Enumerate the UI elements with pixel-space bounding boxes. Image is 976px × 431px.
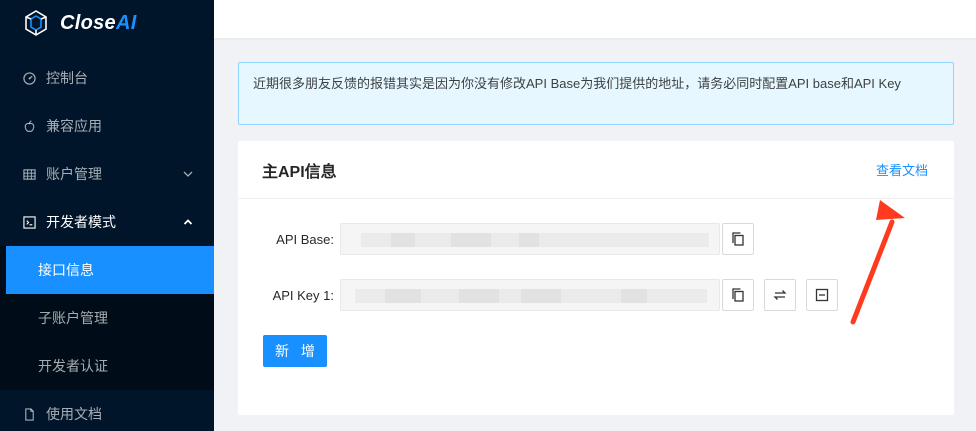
- sidebar-item-docs[interactable]: 使用文档: [0, 390, 214, 431]
- card-title: 主API信息: [262, 163, 337, 181]
- add-key-button[interactable]: 新 增: [263, 335, 327, 367]
- sidebar-item-api-info[interactable]: 接口信息: [6, 246, 214, 294]
- sidebar-item-label: 子账户管理: [38, 310, 108, 326]
- alert-text: 近期很多朋友反馈的报错其实是因为你没有修改API Base为我们提供的地址，请务…: [253, 76, 901, 91]
- file-icon: [22, 407, 36, 421]
- api-base-field[interactable]: [340, 223, 720, 255]
- annotation-arrow-icon: [850, 200, 905, 325]
- sidebar-item-developer[interactable]: 开发者模式: [0, 198, 214, 246]
- copy-base-button[interactable]: [722, 223, 754, 255]
- apple-icon: [22, 119, 36, 133]
- minus-square-icon: [815, 288, 829, 302]
- sidebar-item-label: 兼容应用: [46, 118, 102, 134]
- remove-key-button[interactable]: [806, 279, 838, 311]
- api-base-label: API Base:: [276, 231, 334, 247]
- sidebar-menu: 控制台 兼容应用 账户管理 开发者模式: [0, 54, 214, 246]
- swap-icon: [773, 290, 787, 300]
- sidebar-item-dashboard[interactable]: 控制台: [0, 54, 214, 102]
- chevron-up-icon: [183, 219, 193, 225]
- developer-submenu: 接口信息 子账户管理 开发者认证: [0, 246, 214, 390]
- sidebar-item-label: 开发者认证: [38, 358, 108, 374]
- sidebar-item-label: 开发者模式: [46, 214, 116, 230]
- sidebar: CloseAI 控制台 兼容应用 账户管理 开发者模式 接口信息 子账户管理 开…: [0, 0, 214, 431]
- chevron-down-icon: [183, 171, 193, 177]
- copy-key-button[interactable]: [722, 279, 754, 311]
- info-alert: 近期很多朋友反馈的报错其实是因为你没有修改API Base为我们提供的地址，请务…: [238, 62, 954, 125]
- brand-name: CloseAI: [60, 11, 137, 34]
- view-docs-link[interactable]: 查看文档: [876, 160, 928, 179]
- sidebar-item-sub-accounts[interactable]: 子账户管理: [0, 294, 214, 342]
- sidebar-item-developer-auth[interactable]: 开发者认证: [0, 342, 214, 390]
- regenerate-key-button[interactable]: [764, 279, 796, 311]
- api-base-row: API Base:: [238, 223, 754, 255]
- sidebar-item-label: 接口信息: [38, 262, 94, 278]
- dashboard-icon: [22, 71, 36, 85]
- logo[interactable]: CloseAI: [0, 0, 214, 46]
- top-header: [214, 0, 976, 38]
- table-icon: [22, 167, 36, 181]
- copy-icon: [732, 232, 744, 246]
- sidebar-item-account[interactable]: 账户管理: [0, 150, 214, 198]
- copy-icon: [732, 288, 744, 302]
- api-key-field[interactable]: [340, 279, 720, 311]
- sidebar-item-label: 使用文档: [46, 406, 102, 422]
- api-key-row: API Key 1:: [238, 279, 838, 311]
- code-icon: [22, 215, 36, 229]
- sidebar-item-label: 控制台: [46, 70, 88, 86]
- sidebar-item-label: 账户管理: [46, 166, 102, 182]
- sidebar-menu-bottom: 使用文档: [0, 390, 214, 431]
- api-key-label: API Key 1:: [272, 287, 334, 303]
- logo-icon: [25, 10, 47, 36]
- sidebar-item-apps[interactable]: 兼容应用: [0, 102, 214, 150]
